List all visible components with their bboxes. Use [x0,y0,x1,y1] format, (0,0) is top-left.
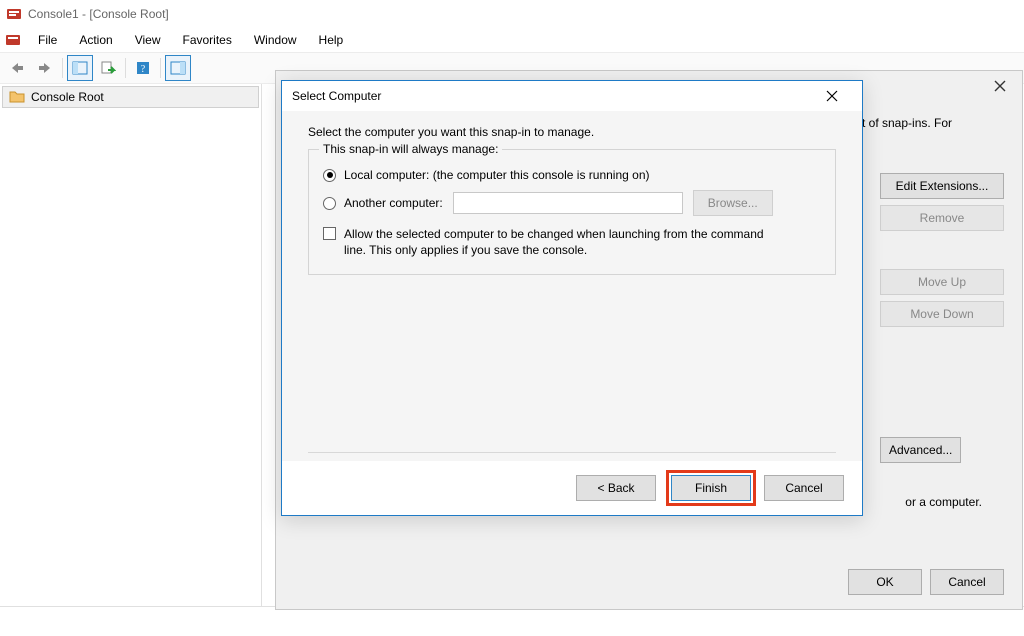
main-title: Console1 - [Console Root] [28,7,169,21]
nav-forward-icon[interactable] [32,55,58,81]
export-list-icon[interactable] [95,55,121,81]
move-down-button: Move Down [880,301,1004,327]
toolbar-separator-3 [160,58,161,78]
radio-another-computer[interactable]: Another computer: [323,196,443,210]
nav-back-icon[interactable] [4,55,30,81]
menu-action[interactable]: Action [69,31,122,49]
wizard-separator [308,452,836,453]
mmc-app-icon [6,6,22,22]
allow-change-checkbox-row[interactable]: Allow the selected computer to be change… [323,226,821,258]
wizard-cancel-button[interactable]: Cancel [764,475,844,501]
bg-hint-text: t of snap-ins. For [862,115,952,132]
menu-help[interactable]: Help [309,31,354,49]
another-computer-input[interactable] [453,192,683,214]
radio-local-label: Local computer: (the computer this conso… [344,168,650,182]
bg-side-buttons: Edit Extensions... Remove Move Up Move D… [880,173,1004,327]
radio-another-label: Another computer: [344,196,443,210]
bg-lower-text: or a computer. [905,495,982,509]
wizard-intro: Select the computer you want this snap-i… [308,125,836,139]
groupbox-legend: This snap-in will always manage: [319,142,502,156]
browse-button: Browse... [693,190,773,216]
remove-button: Remove [880,205,1004,231]
wizard-footer: < Back Finish Cancel [282,461,862,515]
edit-extensions-button[interactable]: Edit Extensions... [880,173,1004,199]
wizard-body: Select the computer you want this snap-i… [282,111,862,461]
svg-text:?: ? [141,64,146,75]
cancel-button[interactable]: Cancel [930,569,1004,595]
radio-local-computer[interactable]: Local computer: (the computer this conso… [323,168,821,182]
main-titlebar: Console1 - [Console Root] [0,0,1024,28]
wizard-titlebar: Select Computer [282,81,862,111]
back-button[interactable]: < Back [576,475,656,501]
radio-local-dot [323,169,336,182]
close-icon[interactable] [986,75,1014,97]
folder-icon [9,89,25,105]
wizard-title: Select Computer [292,89,381,103]
advanced-button[interactable]: Advanced... [880,437,961,463]
finish-button[interactable]: Finish [671,475,751,501]
menu-favorites[interactable]: Favorites [173,31,242,49]
manage-groupbox: This snap-in will always manage: Local c… [308,149,836,275]
menu-window[interactable]: Window [244,31,307,49]
show-hide-tree-icon[interactable] [67,55,93,81]
menubar: File Action View Favorites Window Help [0,28,1024,52]
toolbar-separator-2 [125,58,126,78]
move-up-button: Move Up [880,269,1004,295]
mmc-doc-icon [4,31,22,49]
menu-file[interactable]: File [28,31,67,49]
ok-button[interactable]: OK [848,569,922,595]
select-computer-dialog: Select Computer Select the computer you … [281,80,863,516]
finish-highlight: Finish [666,470,756,506]
help-icon[interactable]: ? [130,55,156,81]
wizard-close-icon[interactable] [812,83,852,109]
statusbar [0,606,1024,636]
tree-root-item[interactable]: Console Root [2,86,259,108]
toolbar-separator [62,58,63,78]
radio-another-dot [323,197,336,210]
allow-change-checkbox[interactable] [323,227,336,240]
allow-change-label: Allow the selected computer to be change… [344,226,774,258]
show-hide-action-pane-icon[interactable] [165,55,191,81]
menu-view[interactable]: View [125,31,171,49]
tree-root-label: Console Root [31,90,104,104]
tree-panel: Console Root [0,84,262,606]
